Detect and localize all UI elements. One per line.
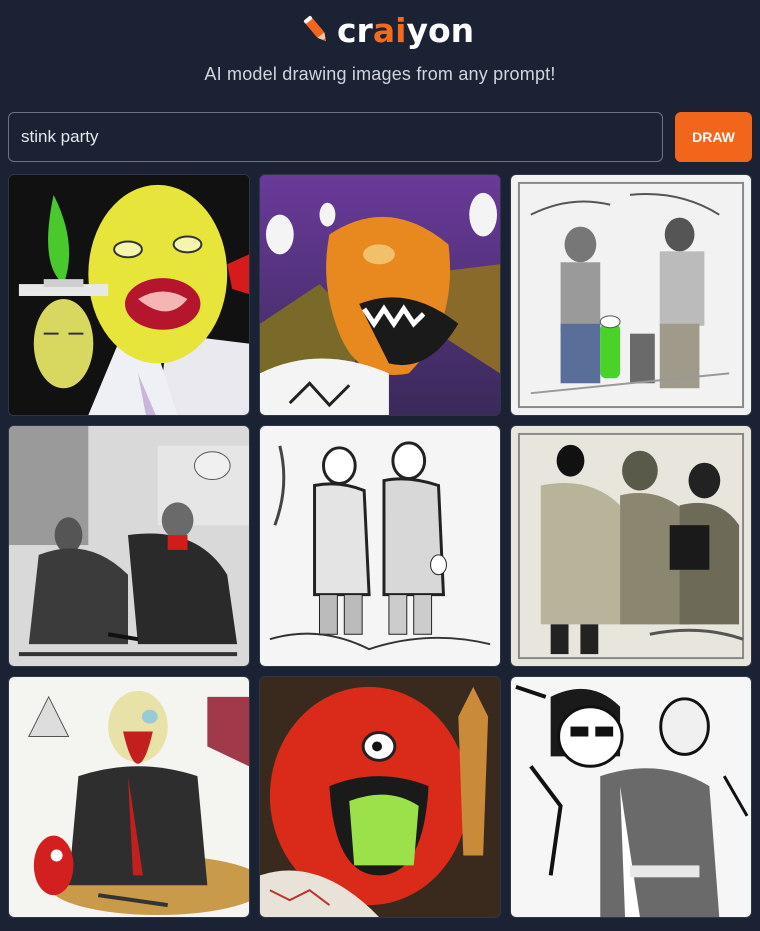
- result-image-8[interactable]: [259, 676, 501, 918]
- result-image-4[interactable]: [8, 425, 250, 667]
- header: craiyon AI model drawing images from any…: [0, 0, 760, 100]
- result-image-5[interactable]: [259, 425, 501, 667]
- result-image-7[interactable]: [8, 676, 250, 918]
- logo-text-ai: ai: [372, 10, 407, 50]
- draw-button[interactable]: DRAW: [675, 112, 752, 162]
- result-image-6[interactable]: [510, 425, 752, 667]
- results-grid: [8, 174, 752, 918]
- logo-text-prefix: cr: [337, 10, 373, 50]
- pencil-icon: [303, 15, 327, 42]
- result-image-1[interactable]: [8, 174, 250, 416]
- logo[interactable]: craiyon: [299, 10, 474, 50]
- tagline: AI model drawing images from any prompt!: [204, 64, 556, 84]
- logo-text: craiyon: [337, 11, 474, 50]
- result-image-3[interactable]: [510, 174, 752, 416]
- result-image-9[interactable]: [510, 676, 752, 918]
- generated-image-icon: [511, 677, 751, 917]
- prompt-form: DRAW: [8, 112, 752, 162]
- generated-image-icon: [511, 426, 751, 666]
- generated-image-icon: [9, 175, 249, 415]
- generated-image-icon: [9, 677, 249, 917]
- generated-image-icon: [260, 677, 500, 917]
- prompt-input[interactable]: [8, 112, 663, 162]
- result-image-2[interactable]: [259, 174, 501, 416]
- generated-image-icon: [9, 426, 249, 666]
- generated-image-icon: [260, 426, 500, 666]
- generated-image-icon: [260, 175, 500, 415]
- generated-image-icon: [511, 175, 751, 415]
- logo-text-suffix: yon: [406, 10, 475, 50]
